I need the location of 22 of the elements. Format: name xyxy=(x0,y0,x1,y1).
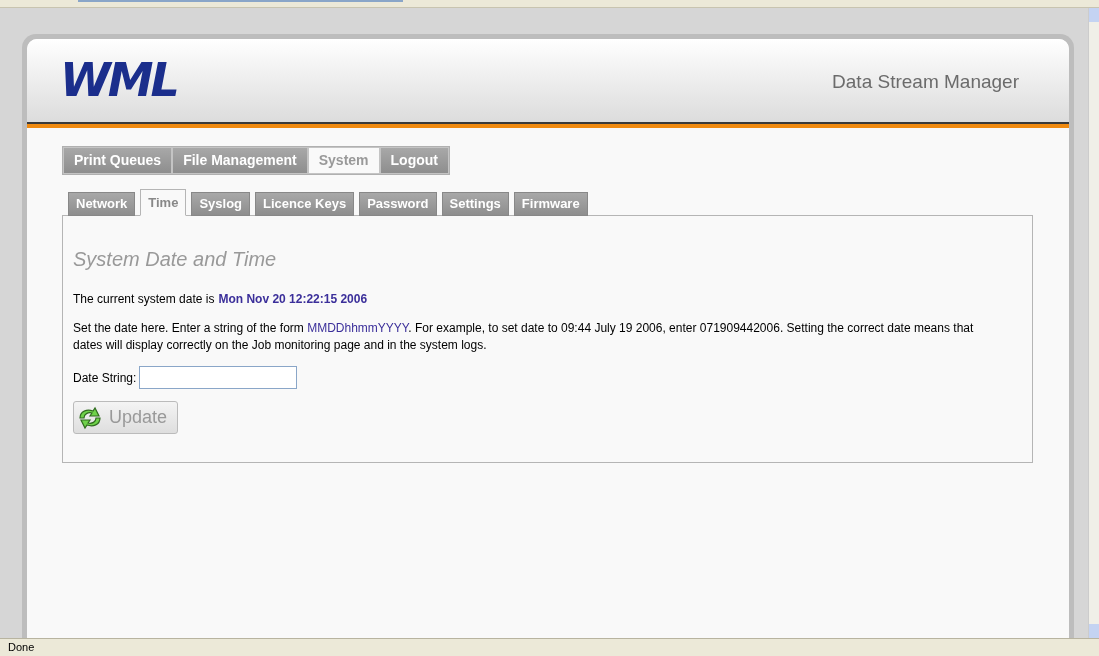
sub-tab[interactable]: Password xyxy=(359,192,437,216)
current-date: Mon Nov 20 12:22:15 2006 xyxy=(218,291,368,308)
current-date-label: The current system date is xyxy=(73,291,215,308)
field-label: Date String: xyxy=(73,369,137,387)
nav-tab[interactable]: Logout xyxy=(380,148,448,173)
sub-tab[interactable]: Firmware xyxy=(513,192,588,216)
date-string-field[interactable] xyxy=(139,366,298,389)
sub-tab[interactable]: Time xyxy=(140,189,187,216)
section-heading: System Date and Time xyxy=(73,247,278,272)
logo: WML xyxy=(60,52,177,109)
nav-tab[interactable]: Print Queues xyxy=(64,148,172,173)
app-title: Data Stream Manager xyxy=(832,70,1019,95)
nav-tab[interactable]: File Management xyxy=(173,148,307,173)
sub-tab[interactable]: Network xyxy=(68,192,136,216)
refresh-icon xyxy=(77,405,103,430)
update-button[interactable]: Update xyxy=(73,401,179,434)
nav-tab[interactable]: System xyxy=(308,148,379,173)
sub-tab[interactable]: Settings xyxy=(441,192,509,216)
status-text: Done xyxy=(8,640,35,656)
sub-tab[interactable]: Licence Keys xyxy=(255,192,355,216)
help-text: Set the date here. Enter a string of the form MMDDhhmmYYYY. For example, to set date to 09:44 July 19 2006, enter 071909442006. Setting the correct date means that dates will display correctly on the Job monitoring page and in the system logs. xyxy=(73,320,975,354)
sub-tab[interactable]: Syslog xyxy=(191,192,251,216)
